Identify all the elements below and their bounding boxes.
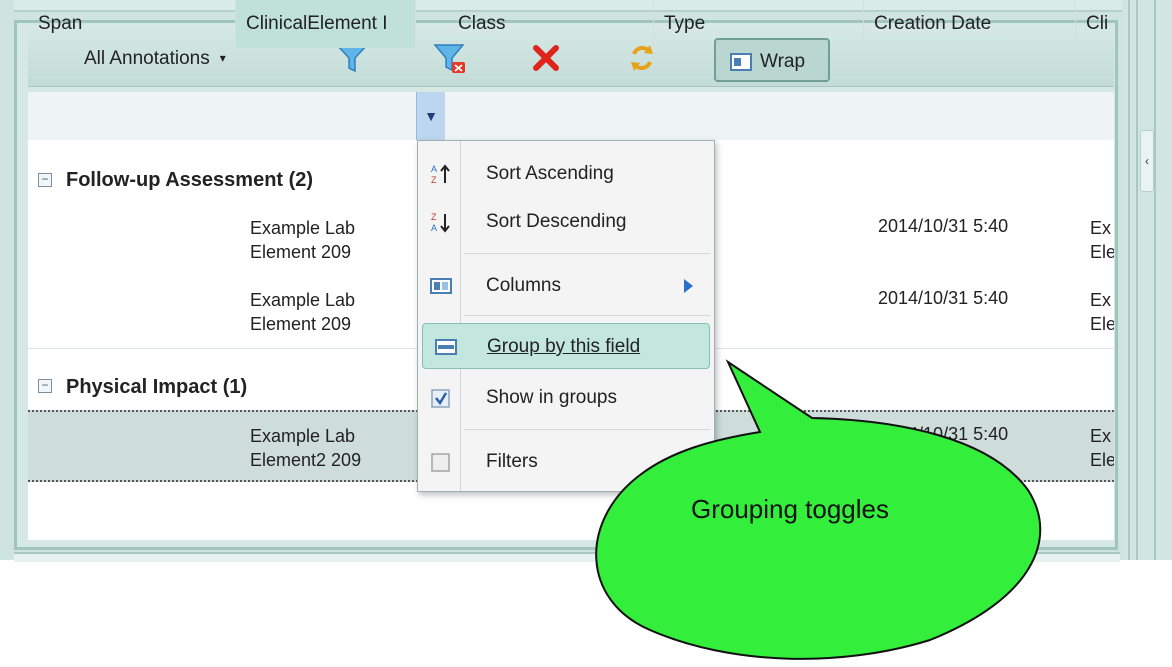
callout-bubble [595, 359, 1042, 660]
callout-text: Grouping toggles [690, 494, 890, 524]
